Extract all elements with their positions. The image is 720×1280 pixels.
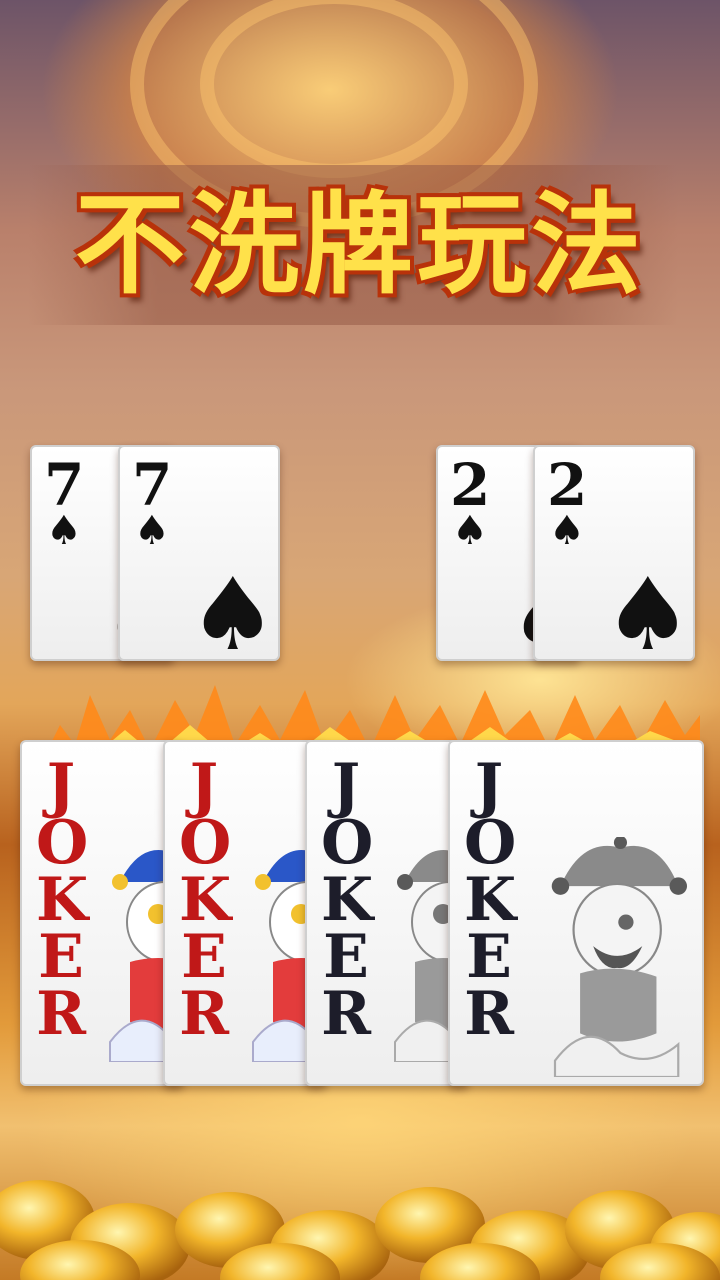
card-rank: 7 <box>44 451 85 519</box>
joker-letter: K <box>464 865 517 935</box>
spade-icon: ♠ <box>188 556 278 661</box>
joker-letter: O <box>464 808 517 878</box>
joker-letter: J <box>189 751 219 821</box>
joker-letter: K <box>36 865 89 935</box>
gold-coins-decoration <box>0 1180 720 1280</box>
page-title: 不洗牌玩法 <box>75 181 645 309</box>
joker-letter: K <box>321 865 374 935</box>
card-rank: 2 <box>450 451 491 519</box>
joker-letter: K <box>179 865 232 935</box>
joker-label: J O K E R <box>464 751 517 1049</box>
joker-label: J O K E R <box>36 751 89 1049</box>
joker-letter: E <box>466 922 512 992</box>
joker-letter: J <box>331 751 361 821</box>
joker-letter: O <box>36 808 89 878</box>
joker-card-black[interactable]: J O K E R <box>448 740 704 1086</box>
joker-label: J O K E R <box>321 751 374 1049</box>
joker-letter: R <box>321 979 371 1049</box>
playing-card-2-spade[interactable]: 2 ♠ ♠ <box>533 445 695 661</box>
joker-letter: O <box>179 808 232 878</box>
joker-letter: R <box>464 979 514 1049</box>
joker-letter: O <box>321 808 374 878</box>
spade-icon: ♠ <box>549 508 585 554</box>
card-rank: 7 <box>132 451 173 519</box>
spade-icon: ♠ <box>134 508 170 554</box>
spade-icon: ♠ <box>46 508 82 554</box>
card-rank: 2 <box>547 451 588 519</box>
joker-letter: E <box>38 922 84 992</box>
jester-illustration <box>551 837 687 1077</box>
spade-icon: ♠ <box>452 508 488 554</box>
playing-card-7-spade[interactable]: 7 ♠ ♠ <box>118 445 280 661</box>
joker-label: J O K E R <box>179 751 232 1049</box>
joker-letter: E <box>181 922 227 992</box>
joker-letter: J <box>474 751 504 821</box>
joker-card-black[interactable]: J O K E R <box>305 740 469 1086</box>
joker-letter: R <box>179 979 229 1049</box>
joker-letter: J <box>46 751 76 821</box>
joker-letter: E <box>323 922 369 992</box>
joker-card-red[interactable]: J O K E R <box>20 740 184 1086</box>
spade-icon: ♠ <box>603 556 693 661</box>
joker-card-red[interactable]: J O K E R <box>163 740 327 1086</box>
joker-letter: R <box>36 979 86 1049</box>
